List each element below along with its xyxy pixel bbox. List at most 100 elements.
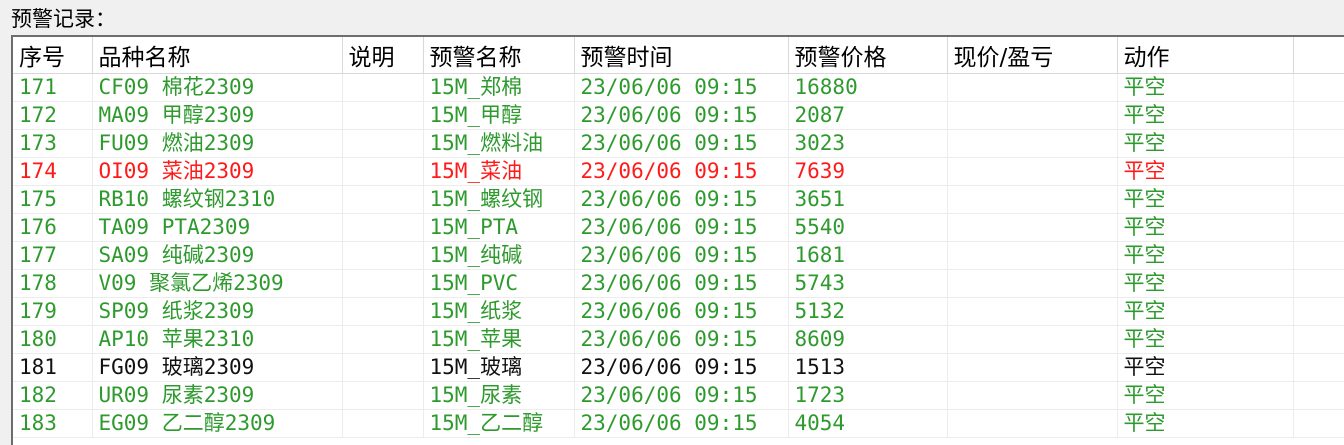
cell-id: 176	[13, 213, 93, 242]
cell-pnl	[947, 185, 1118, 214]
cell-action: 平空	[1117, 157, 1294, 186]
cell-alert-name: 15M_纸浆	[423, 297, 575, 326]
cell-name: V09 聚氯乙烯2309	[92, 269, 343, 298]
table-row[interactable]: 177 SA09 纯碱2309 15M_纯碱 23/06/06 09:15 1681 平空	[13, 241, 1344, 270]
alert-table: 序号 品种名称 说明 预警名称 预警时间 预警价格 现价/盈亏 动作 171 CF…	[13, 37, 1344, 438]
cell-filler	[1293, 129, 1344, 158]
table-row[interactable]: 172 MA09 甲醇2309 15M_甲醇 23/06/06 09:15 2087 平空	[13, 101, 1344, 130]
cell-name: TA09 PTA2309	[92, 213, 343, 242]
table-row[interactable]: 180 AP10 苹果2310 15M_苹果 23/06/06 09:15 8609 平空	[13, 325, 1344, 354]
column-header-note[interactable]: 说明	[342, 37, 424, 74]
column-header-alert-time[interactable]: 预警时间	[574, 37, 789, 74]
column-header-name[interactable]: 品种名称	[92, 37, 343, 74]
cell-pnl	[947, 213, 1118, 242]
cell-alert-price: 2087	[788, 101, 948, 130]
cell-id: 181	[13, 353, 93, 382]
column-header-filler	[1293, 37, 1344, 74]
cell-name: EG09 乙二醇2309	[92, 409, 343, 438]
cell-note	[342, 213, 424, 242]
table-row[interactable]: 173 FU09 燃油2309 15M_燃料油 23/06/06 09:15 3023 平…	[13, 129, 1344, 158]
table-row[interactable]: 178 V09 聚氯乙烯2309 15M_PVC 23/06/06 09:15 5743…	[13, 269, 1344, 298]
cell-alert-price: 3023	[788, 129, 948, 158]
cell-action: 平空	[1117, 185, 1294, 214]
cell-filler	[1293, 213, 1344, 242]
cell-note	[342, 381, 424, 410]
cell-pnl	[947, 325, 1118, 354]
cell-id: 171	[13, 73, 93, 102]
cell-alert-name: 15M_PVC	[423, 269, 575, 298]
cell-id: 179	[13, 297, 93, 326]
table-row[interactable]: 179 SP09 纸浆2309 15M_纸浆 23/06/06 09:15 5132 平空	[13, 297, 1344, 326]
cell-filler	[1293, 73, 1344, 102]
column-header-pnl[interactable]: 现价/盈亏	[947, 37, 1118, 74]
cell-alert-price: 3651	[788, 185, 948, 214]
cell-alert-name: 15M_玻璃	[423, 353, 575, 382]
cell-alert-name: 15M_郑棉	[423, 73, 575, 102]
cell-alert-name: 15M_螺纹钢	[423, 185, 575, 214]
cell-alert-time: 23/06/06 09:15	[574, 157, 789, 186]
cell-alert-time: 23/06/06 09:15	[574, 409, 789, 438]
cell-id: 183	[13, 409, 93, 438]
cell-alert-time: 23/06/06 09:15	[574, 101, 789, 130]
cell-alert-price: 4054	[788, 409, 948, 438]
cell-filler	[1293, 269, 1344, 298]
cell-alert-price: 1681	[788, 241, 948, 270]
cell-name: CF09 棉花2309	[92, 73, 343, 102]
cell-alert-time: 23/06/06 09:15	[574, 129, 789, 158]
cell-name: OI09 菜油2309	[92, 157, 343, 186]
cell-filler	[1293, 241, 1344, 270]
cell-note	[342, 325, 424, 354]
cell-note	[342, 73, 424, 102]
cell-action: 平空	[1117, 73, 1294, 102]
column-header-alert-price[interactable]: 预警价格	[788, 37, 948, 74]
cell-pnl	[947, 297, 1118, 326]
cell-note	[342, 353, 424, 382]
table-header-row: 序号 品种名称 说明 预警名称 预警时间 预警价格 现价/盈亏 动作	[13, 37, 1344, 74]
cell-action: 平空	[1117, 409, 1294, 438]
cell-id: 175	[13, 185, 93, 214]
cell-note	[342, 101, 424, 130]
cell-id: 173	[13, 129, 93, 158]
column-header-id[interactable]: 序号	[13, 37, 93, 74]
cell-action: 平空	[1117, 353, 1294, 382]
cell-alert-time: 23/06/06 09:15	[574, 185, 789, 214]
cell-action: 平空	[1117, 381, 1294, 410]
table-row[interactable]: 183 EG09 乙二醇2309 15M_乙二醇 23/06/06 09:15 4054…	[13, 409, 1344, 438]
table-row[interactable]: 176 TA09 PTA2309 15M_PTA 23/06/06 09:15 5540…	[13, 213, 1344, 242]
table-row[interactable]: 174 OI09 菜油2309 15M_菜油 23/06/06 09:15 7639 平空	[13, 157, 1344, 186]
alert-records-table[interactable]: 序号 品种名称 说明 预警名称 预警时间 预警价格 现价/盈亏 动作 171 CF…	[11, 35, 1344, 445]
cell-action: 平空	[1117, 101, 1294, 130]
cell-alert-name: 15M_苹果	[423, 325, 575, 354]
cell-pnl	[947, 409, 1118, 438]
cell-id: 172	[13, 101, 93, 130]
table-row[interactable]: 171 CF09 棉花2309 15M_郑棉 23/06/06 09:15 16880 平…	[13, 73, 1344, 102]
cell-alert-time: 23/06/06 09:15	[574, 297, 789, 326]
cell-name: FU09 燃油2309	[92, 129, 343, 158]
cell-pnl	[947, 157, 1118, 186]
cell-filler	[1293, 353, 1344, 382]
table-row[interactable]: 181 FG09 玻璃2309 15M_玻璃 23/06/06 09:15 1513 平空	[13, 353, 1344, 382]
cell-alert-name: 15M_尿素	[423, 381, 575, 410]
cell-id: 182	[13, 381, 93, 410]
cell-note	[342, 157, 424, 186]
cell-id: 177	[13, 241, 93, 270]
table-row[interactable]: 182 UR09 尿素2309 15M_尿素 23/06/06 09:15 1723 平空	[13, 381, 1344, 410]
cell-alert-name: 15M_乙二醇	[423, 409, 575, 438]
cell-name: MA09 甲醇2309	[92, 101, 343, 130]
cell-pnl	[947, 269, 1118, 298]
cell-alert-price: 1723	[788, 381, 948, 410]
cell-alert-price: 16880	[788, 73, 948, 102]
cell-alert-time: 23/06/06 09:15	[574, 269, 789, 298]
cell-pnl	[947, 73, 1118, 102]
cell-alert-name: 15M_纯碱	[423, 241, 575, 270]
cell-filler	[1293, 185, 1344, 214]
cell-filler	[1293, 409, 1344, 438]
cell-alert-time: 23/06/06 09:15	[574, 213, 789, 242]
table-row[interactable]: 175 RB10 螺纹钢2310 15M_螺纹钢 23/06/06 09:15 3651…	[13, 185, 1344, 214]
cell-action: 平空	[1117, 269, 1294, 298]
cell-alert-name: 15M_PTA	[423, 213, 575, 242]
column-header-action[interactable]: 动作	[1117, 37, 1294, 74]
cell-alert-name: 15M_菜油	[423, 157, 575, 186]
cell-alert-name: 15M_燃料油	[423, 129, 575, 158]
column-header-alert-name[interactable]: 预警名称	[423, 37, 575, 74]
